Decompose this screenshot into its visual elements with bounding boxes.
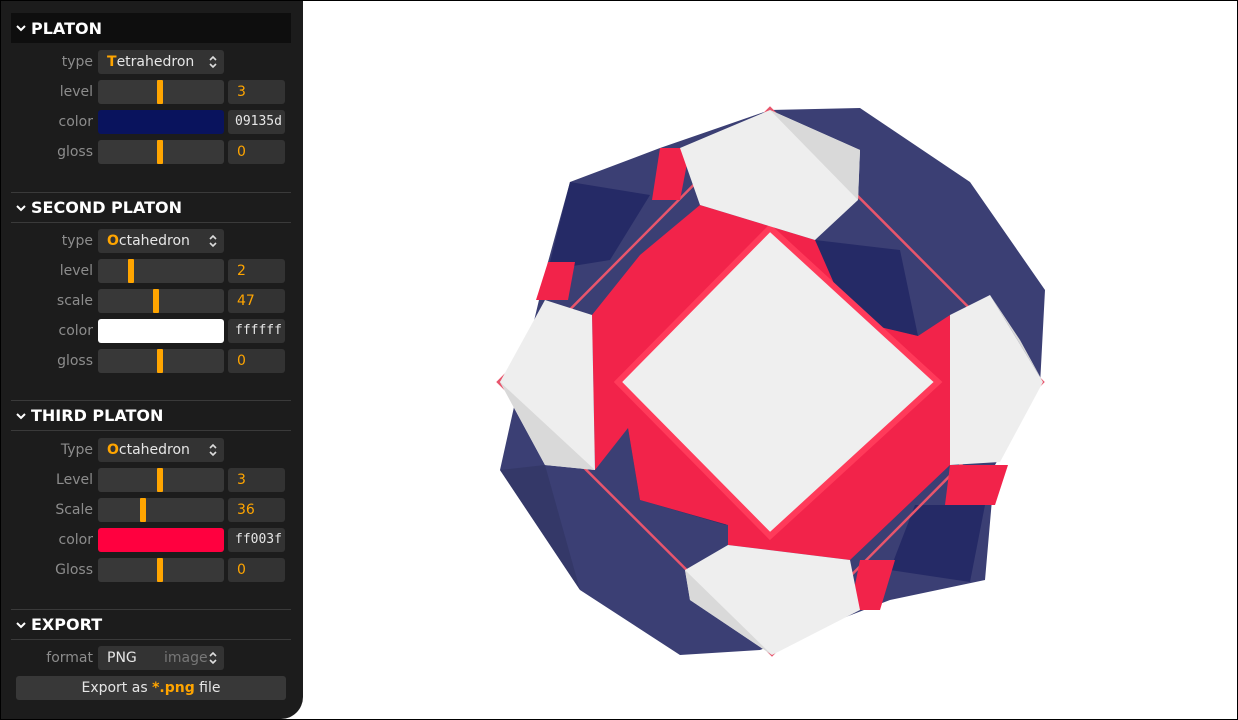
third-color-hex-input[interactable]: ff003f [228, 528, 285, 552]
gloss-label: Gloss [55, 562, 93, 578]
slider-thumb[interactable] [157, 558, 163, 582]
section-title: EXPORT [31, 615, 103, 634]
second-scale-row: scale 47 [1, 289, 303, 313]
section-title: SECOND PLATON [31, 198, 183, 217]
type-label: type [61, 233, 93, 249]
scale-label: scale [56, 293, 93, 309]
platon-gloss-input[interactable]: 0 [228, 140, 285, 164]
select-value: ctahedron [118, 233, 190, 249]
second-level-input[interactable]: 2 [228, 259, 285, 283]
second-scale-slider[interactable] [98, 289, 224, 313]
section-header-third-platon[interactable]: THIRD PLATON [11, 401, 291, 431]
second-color-swatch[interactable] [98, 319, 224, 343]
platon-level-row: level 3 [1, 80, 303, 104]
type-label: Type [60, 442, 93, 458]
third-type-row: Type Octahedron [1, 438, 303, 462]
platon-level-input[interactable]: 3 [228, 80, 285, 104]
updown-arrows-icon [209, 55, 217, 69]
level-label: level [59, 84, 93, 100]
type-label: type [61, 54, 93, 70]
slider-thumb[interactable] [157, 349, 163, 373]
slider-thumb[interactable] [153, 289, 159, 313]
third-type-select[interactable]: Octahedron [98, 438, 224, 462]
updown-arrows-icon [209, 234, 217, 248]
slider-thumb[interactable] [157, 80, 163, 104]
third-color-row: color ff003f [1, 528, 303, 552]
section-header-export[interactable]: EXPORT [11, 610, 291, 640]
updown-arrows-icon [209, 443, 217, 457]
chevron-down-icon [11, 204, 31, 212]
third-scale-slider[interactable] [98, 498, 224, 522]
platon-gloss-row: gloss 0 [1, 140, 303, 164]
third-scale-row: Scale 36 [1, 498, 303, 522]
format-label: format [46, 650, 93, 666]
third-color-swatch[interactable] [98, 528, 224, 552]
level-label: level [59, 263, 93, 279]
second-type-row: type Octahedron [1, 229, 303, 253]
color-label: color [58, 323, 93, 339]
platon-gloss-slider[interactable] [98, 140, 224, 164]
third-gloss-slider[interactable] [98, 558, 224, 582]
select-hint: image [164, 650, 208, 666]
select-first-letter: O [107, 233, 119, 249]
slider-thumb[interactable] [128, 259, 134, 283]
third-gloss-row: Gloss 0 [1, 558, 303, 582]
platon-type-select[interactable]: Tetrahedron [98, 50, 224, 74]
second-color-row: color ffffff [1, 319, 303, 343]
gloss-label: gloss [57, 144, 93, 160]
export-format-row: format PNG image [1, 646, 303, 670]
second-color-hex-input[interactable]: ffffff [228, 319, 285, 343]
section-header-second-platon[interactable]: SECOND PLATON [11, 193, 291, 223]
red-band [945, 465, 1008, 505]
export-button-prefix: Export as [81, 680, 153, 696]
platon-level-slider[interactable] [98, 80, 224, 104]
third-scale-input[interactable]: 36 [228, 498, 285, 522]
chevron-down-icon [11, 621, 31, 629]
gloss-label: gloss [57, 353, 93, 369]
select-first-letter: T [107, 54, 117, 70]
section-title: PLATON [31, 18, 102, 38]
polyhedron-render [496, 106, 1045, 657]
chevron-down-icon [11, 412, 31, 420]
third-level-row: Level 3 [1, 468, 303, 492]
second-gloss-row: gloss 0 [1, 349, 303, 373]
third-gloss-input[interactable]: 0 [228, 558, 285, 582]
control-panel: PLATON type Tetrahedron level 3 color 09… [1, 1, 303, 719]
third-level-input[interactable]: 3 [228, 468, 285, 492]
second-level-slider[interactable] [98, 259, 224, 283]
select-value: ctahedron [118, 442, 190, 458]
second-type-select[interactable]: Octahedron [98, 229, 224, 253]
scale-label: Scale [55, 502, 93, 518]
platon-color-hex-input[interactable]: 09135d [228, 110, 285, 134]
select-value: PNG [107, 650, 137, 666]
slider-thumb[interactable] [140, 498, 146, 522]
platon-color-row: color 09135d [1, 110, 303, 134]
second-gloss-input[interactable]: 0 [228, 349, 285, 373]
platon-type-row: type Tetrahedron [1, 50, 303, 74]
slider-thumb[interactable] [157, 468, 163, 492]
slider-thumb[interactable] [157, 140, 163, 164]
color-label: color [58, 114, 93, 130]
second-gloss-slider[interactable] [98, 349, 224, 373]
color-label: color [58, 532, 93, 548]
select-first-letter: O [107, 442, 119, 458]
export-button[interactable]: Export as *.png file [16, 676, 286, 700]
level-label: Level [56, 472, 93, 488]
export-button-ext: *.png [152, 680, 195, 696]
section-title: THIRD PLATON [31, 406, 164, 425]
export-button-suffix: file [194, 680, 221, 696]
select-value: etrahedron [116, 54, 195, 70]
second-scale-input[interactable]: 47 [228, 289, 285, 313]
platon-color-swatch[interactable] [98, 110, 224, 134]
chevron-down-icon [11, 24, 31, 32]
section-header-platon[interactable]: PLATON [11, 13, 291, 43]
updown-arrows-icon [209, 651, 217, 665]
export-format-select[interactable]: PNG image [98, 646, 224, 670]
render-viewport[interactable] [303, 1, 1237, 719]
second-level-row: level 2 [1, 259, 303, 283]
third-level-slider[interactable] [98, 468, 224, 492]
